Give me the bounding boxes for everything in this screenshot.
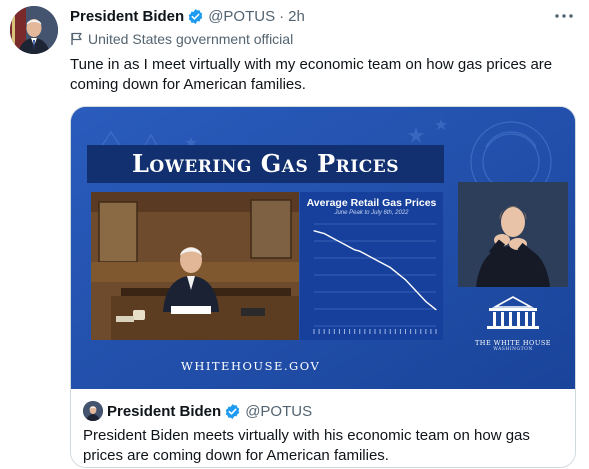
chart-point [369,256,371,258]
account-label-text: United States government official [88,31,294,47]
chart-x-tick [399,329,401,334]
chart-x-tick [379,329,381,334]
chart-point [374,258,376,260]
chart-point [399,275,402,277]
white-house-logo-subtext: WASHINGTON [493,347,533,352]
chart-x-tick [364,329,366,334]
author-name[interactable]: President Biden [70,8,184,25]
chart-x-tick [394,329,396,334]
more-dots-icon[interactable] [553,6,575,26]
chart-point [430,305,432,307]
slide-title: Lowering Gas Prices [87,145,444,183]
chart-x-tick [405,329,406,334]
chart-x-tick [410,329,412,334]
quote-avatar [83,401,103,421]
quote-author-name: President Biden [107,402,222,420]
media-url-text: WHITEHOUSE.GOV [181,359,321,373]
author-avatar[interactable] [10,6,58,54]
media-card[interactable]: Lowering Gas Prices Average Retail Gas P… [70,106,576,468]
white-house-logo: THE WHITE HOUSE WASHINGTON [463,295,563,352]
chart-point [389,266,391,269]
chart-point [435,309,437,311]
chart-x-tick [354,329,356,334]
chart-x-tick [359,329,361,334]
chart-x-tick [415,329,417,334]
video-feed [91,192,299,340]
chart-point [338,241,341,243]
white-house-logo-text: THE WHITE HOUSE [474,339,552,347]
chart-point [364,253,366,255]
tweet-text: Tune in as I meet virtually with my econ… [70,56,553,93]
chart-point [333,238,335,240]
chart-point [379,261,381,263]
chart-point [394,271,396,273]
chart-x-tick [333,329,335,334]
white-house-icon [487,296,539,329]
chart-x-tick [435,329,437,334]
chart-point [318,231,320,233]
tweet-timestamp[interactable]: 2h [288,8,305,25]
chart-series-line [313,230,437,311]
chart-point [384,264,386,266]
chart-title: Average Retail Gas Prices [306,197,437,209]
flag-icon [70,32,83,46]
chart-point [404,279,407,281]
author-handle[interactable]: @POTUS [208,8,275,25]
chart-point [354,249,356,251]
chart-x-tick [344,329,345,334]
chart-point [420,295,422,297]
chart-point [409,284,412,286]
account-label[interactable]: United States government official [70,31,293,47]
chart-point [425,300,427,303]
chart-x-tick [318,329,320,334]
chart-point [323,232,325,235]
chart-x-tick [338,329,340,334]
quote-text: President Biden meets virtually with his… [83,427,530,464]
chart-x-tick [328,329,330,334]
chart-point [313,230,315,232]
sign-language-interpreter [458,182,568,287]
chart-point [343,243,346,245]
chart-x-tick [374,329,376,334]
chart-plot [313,223,437,334]
header-separator: · [279,7,285,25]
quote-verified-badge-icon [224,403,241,420]
chart-x-tick [369,329,371,334]
chart-x-tick [420,329,422,334]
quoted-tweet[interactable]: President Biden @POTUS President Biden m… [71,389,575,467]
chart-point [415,290,417,292]
chart-x-tick [430,329,432,334]
quote-header: President Biden @POTUS [83,401,563,421]
chart-x-tick [384,329,386,334]
chart-x-tick [313,329,315,334]
verified-badge-icon [187,8,204,25]
tweet-header: President Biden @POTUS · 2h [70,6,305,26]
chart-x-tick [323,329,325,334]
chart-point [328,235,330,237]
gas-price-chart: Average Retail Gas Prices June Peak to J… [300,192,443,340]
chart-x-tick [349,329,351,334]
video-media[interactable]: Lowering Gas Prices Average Retail Gas P… [71,107,575,389]
chart-point [359,250,361,252]
quote-author-handle: @POTUS [245,402,313,420]
chart-x-tick [425,329,427,334]
chart-x-tick [389,329,391,334]
chart-point [348,246,351,248]
